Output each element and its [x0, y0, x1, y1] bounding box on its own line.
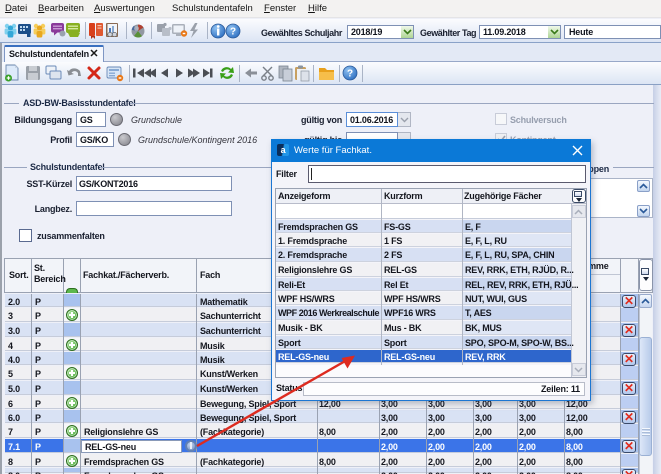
svg-text:?: ?	[230, 27, 236, 38]
svg-text:?: ?	[347, 69, 353, 80]
